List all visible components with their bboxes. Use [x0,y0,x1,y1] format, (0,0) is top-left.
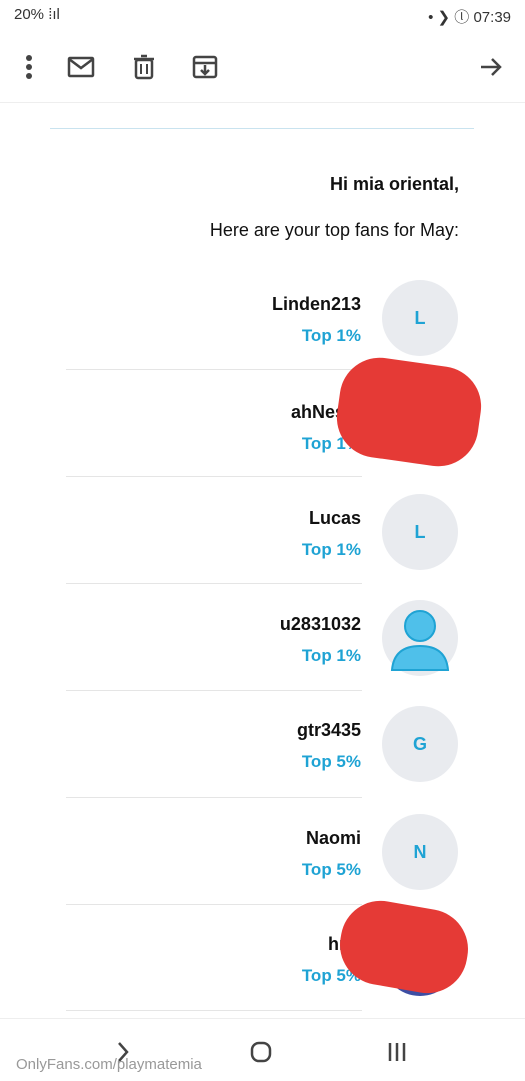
row-divider [66,690,362,691]
fan-name: gtr3435 [296,720,361,740]
fan-rank: Top 1% [301,540,361,559]
header-rule [50,128,474,129]
row-divider [66,476,362,477]
avatar: L [382,280,458,356]
fan-name: Naomi [305,828,361,848]
delete-icon[interactable] [127,50,161,84]
fan-rank: Top 5% [301,860,361,879]
status-left: 20% ⁞ıl [14,6,60,23]
avatar-initial: G [412,733,427,754]
fan-row[interactable]: Naomi Top 5% N [0,814,525,922]
fan-row[interactable]: u2831032 Top 1% [0,600,525,708]
avatar-initial: N [413,841,427,862]
fan-rank: Top 1% [301,646,361,665]
avatar: N [382,814,458,890]
row-divider [66,369,362,370]
row-divider [66,583,362,584]
toolbar-divider [0,102,525,103]
fan-name: u2831032 [279,614,361,634]
avatar: G [382,706,458,782]
row-divider [66,797,362,798]
mail-icon[interactable] [64,50,98,84]
row-divider [66,904,362,905]
user-silhouette-icon [390,610,450,671]
avatar-initial: L [414,307,426,328]
home-nav-icon[interactable] [244,1035,278,1069]
fan-rank: Top 1% [301,326,361,345]
avatar: L [382,494,458,570]
toolbar [0,38,525,96]
fan-name: Lucas [308,508,361,528]
default-profile-avatar [382,600,458,676]
watermark: OnlyFans.com/playmatemia [16,1056,202,1073]
status-bar: 20% ⁞ıl • ❯ ⓛ 07:39 [0,0,525,34]
fan-rank: Top 5% [301,752,361,771]
status-time: • ❯ ⓛ 07:39 [428,9,511,26]
recents-nav-icon[interactable] [380,1035,414,1069]
fan-name: Linden213 [271,294,361,314]
email-greeting: Hi mia oriental, [329,174,459,194]
fan-row[interactable]: Lucas Top 1% L [0,494,525,602]
avatar-initial: L [414,521,426,542]
more-vert-icon[interactable] [12,50,46,84]
forward-arrow-icon[interactable] [474,50,508,84]
archive-icon[interactable] [188,50,222,84]
row-divider [66,1010,362,1011]
email-subtitle: Here are your top fans for May: [209,220,459,240]
